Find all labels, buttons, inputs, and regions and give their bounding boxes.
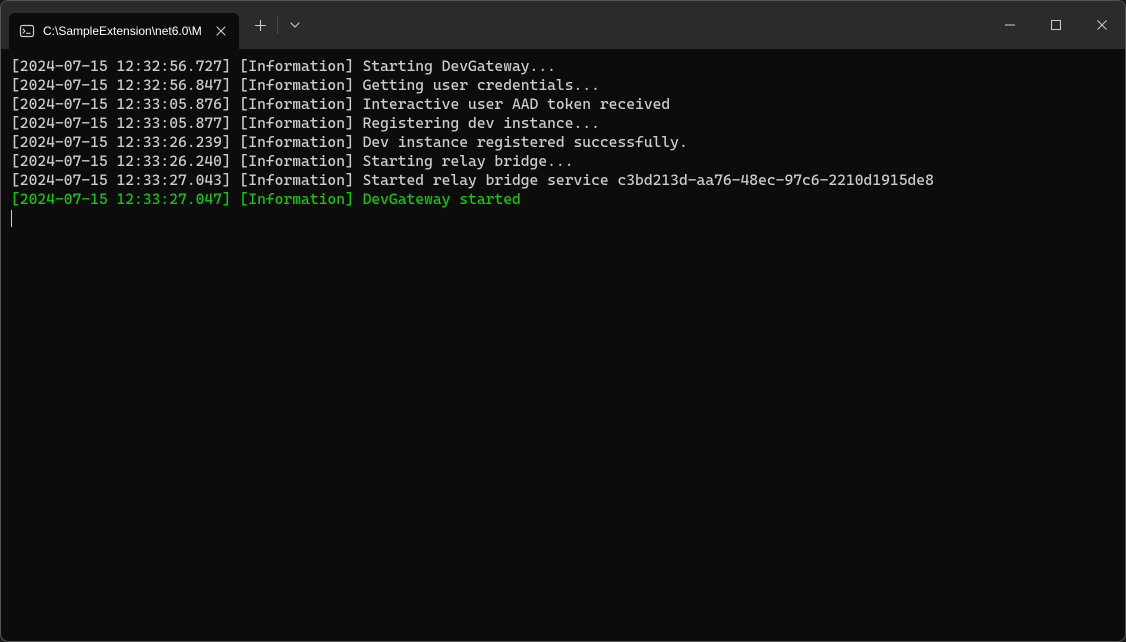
log-line: [2024-07-15 12:33:27.043] [Information] … [11,171,1115,190]
maximize-icon [1051,20,1061,30]
maximize-button[interactable] [1033,9,1079,41]
divider [277,16,278,34]
new-tab-button[interactable] [245,9,275,41]
tab-dropdown-button[interactable] [280,9,310,41]
close-window-button[interactable] [1079,9,1125,41]
log-line: [2024-07-15 12:33:27.047] [Information] … [11,190,1115,209]
window-controls [987,1,1125,49]
chevron-down-icon [290,22,300,28]
plus-icon [255,20,266,31]
tabs-area: C:\SampleExtension\net6.0\M [1,1,239,49]
minimize-button[interactable] [987,9,1033,41]
tab-toolbar [239,1,310,49]
log-line: [2024-07-15 12:33:05.877] [Information] … [11,114,1115,133]
terminal-icon [19,23,35,39]
terminal-cursor [11,210,12,227]
titlebar-drag-area[interactable] [310,1,987,49]
tab-title: C:\SampleExtension\net6.0\M [43,24,205,38]
log-line: [2024-07-15 12:32:56.727] [Information] … [11,57,1115,76]
close-icon [216,26,226,36]
window-titlebar: C:\SampleExtension\net6.0\M [1,1,1125,49]
log-line: [2024-07-15 12:33:26.240] [Information] … [11,152,1115,171]
terminal-output[interactable]: [2024-07-15 12:32:56.727] [Information] … [1,49,1125,641]
tab-active[interactable]: C:\SampleExtension\net6.0\M [9,13,239,49]
log-line: [2024-07-15 12:33:05.876] [Information] … [11,95,1115,114]
tab-close-button[interactable] [213,23,229,39]
log-line: [2024-07-15 12:33:26.239] [Information] … [11,133,1115,152]
log-line: [2024-07-15 12:32:56.847] [Information] … [11,76,1115,95]
minimize-icon [1005,20,1015,30]
close-icon [1097,20,1107,30]
